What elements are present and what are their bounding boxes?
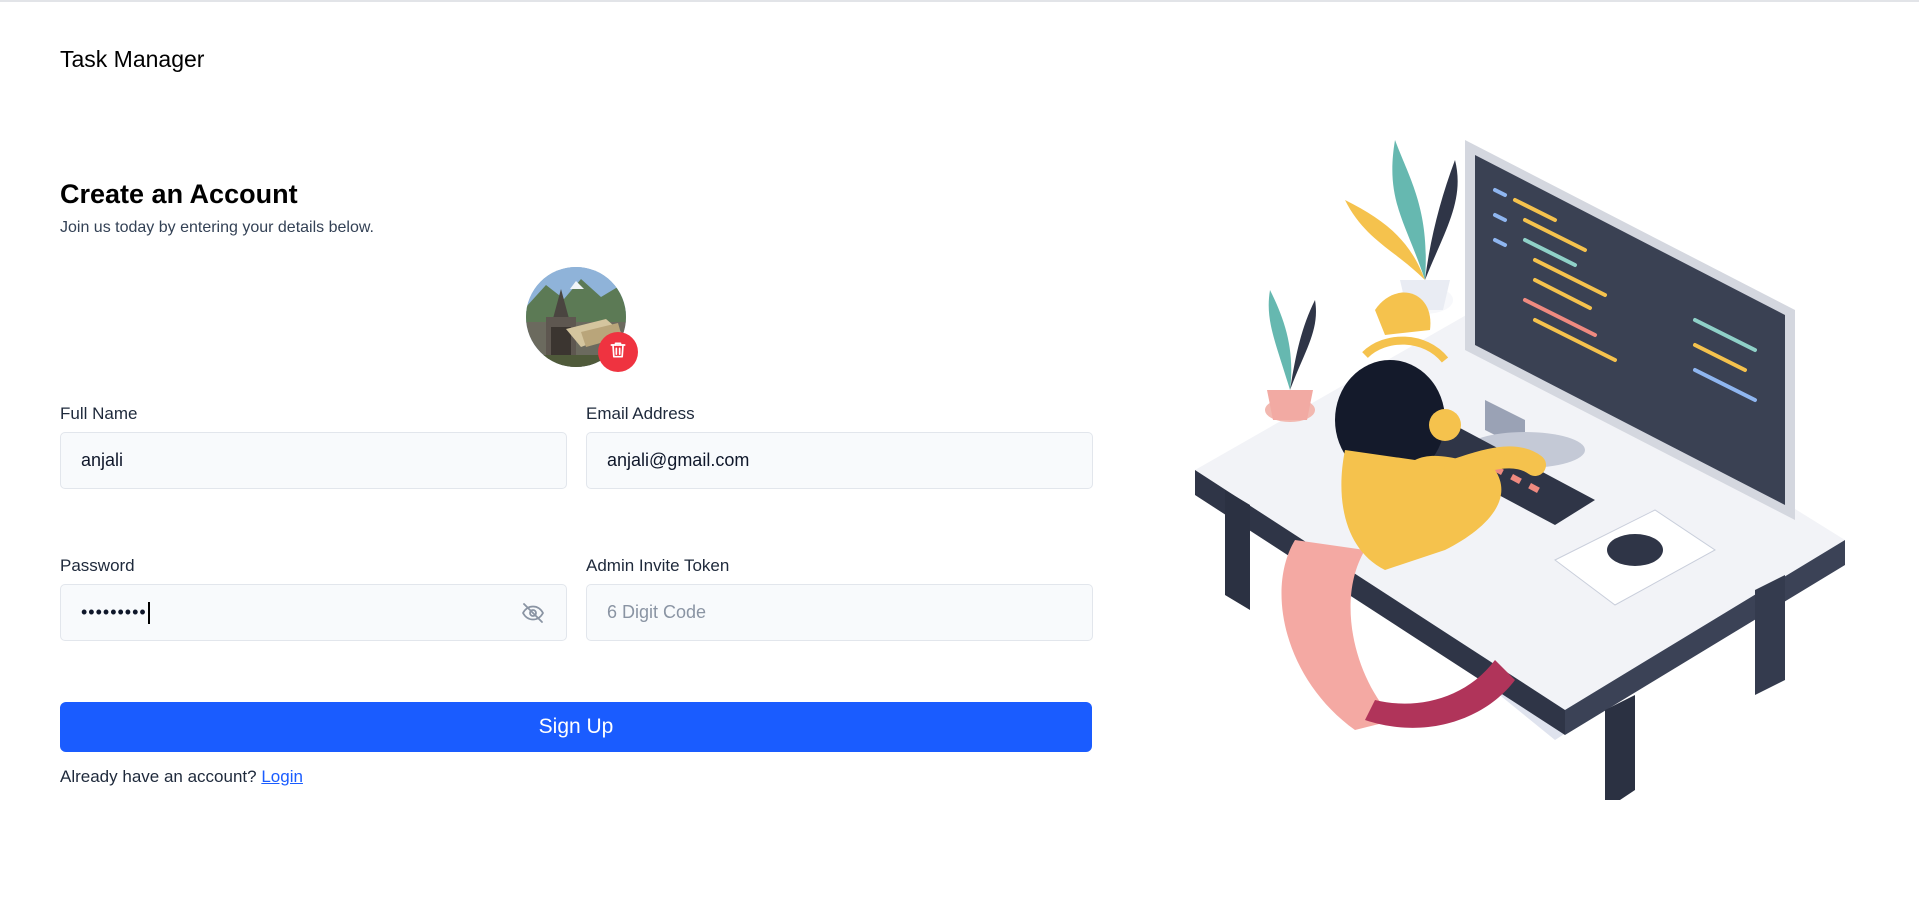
- page-title: Create an Account: [60, 179, 298, 209]
- app-title: Task Manager: [60, 46, 205, 72]
- admin-token-label: Admin Invite Token: [586, 556, 730, 575]
- login-prompt: Already have an account? Login: [60, 767, 303, 787]
- text-cursor: [147, 601, 150, 624]
- remove-photo-button[interactable]: [598, 332, 638, 372]
- trash-icon: [608, 340, 628, 365]
- password-label: Password: [60, 556, 135, 575]
- login-prompt-text: Already have an account?: [60, 767, 257, 786]
- login-link[interactable]: Login: [261, 767, 303, 786]
- full-name-input[interactable]: [81, 450, 546, 471]
- full-name-label: Full Name: [60, 404, 138, 423]
- workspace-illustration: [1195, 140, 1845, 800]
- password-field[interactable]: •••••••••: [60, 584, 567, 641]
- sign-up-button[interactable]: Sign Up: [60, 702, 1092, 752]
- email-input[interactable]: [607, 450, 1072, 471]
- page-subtitle: Join us today by entering your details b…: [60, 219, 374, 236]
- profile-photo-selector: [526, 267, 638, 372]
- full-name-field: [60, 432, 567, 489]
- email-field: [586, 432, 1093, 489]
- signup-panel: Task Manager Create an Account Join us t…: [60, 0, 1093, 911]
- admin-token-input[interactable]: [607, 602, 1072, 623]
- password-value: •••••••••: [81, 602, 147, 622]
- admin-token-field: [586, 584, 1093, 641]
- eye-off-icon[interactable]: [520, 601, 546, 630]
- email-label: Email Address: [586, 404, 695, 423]
